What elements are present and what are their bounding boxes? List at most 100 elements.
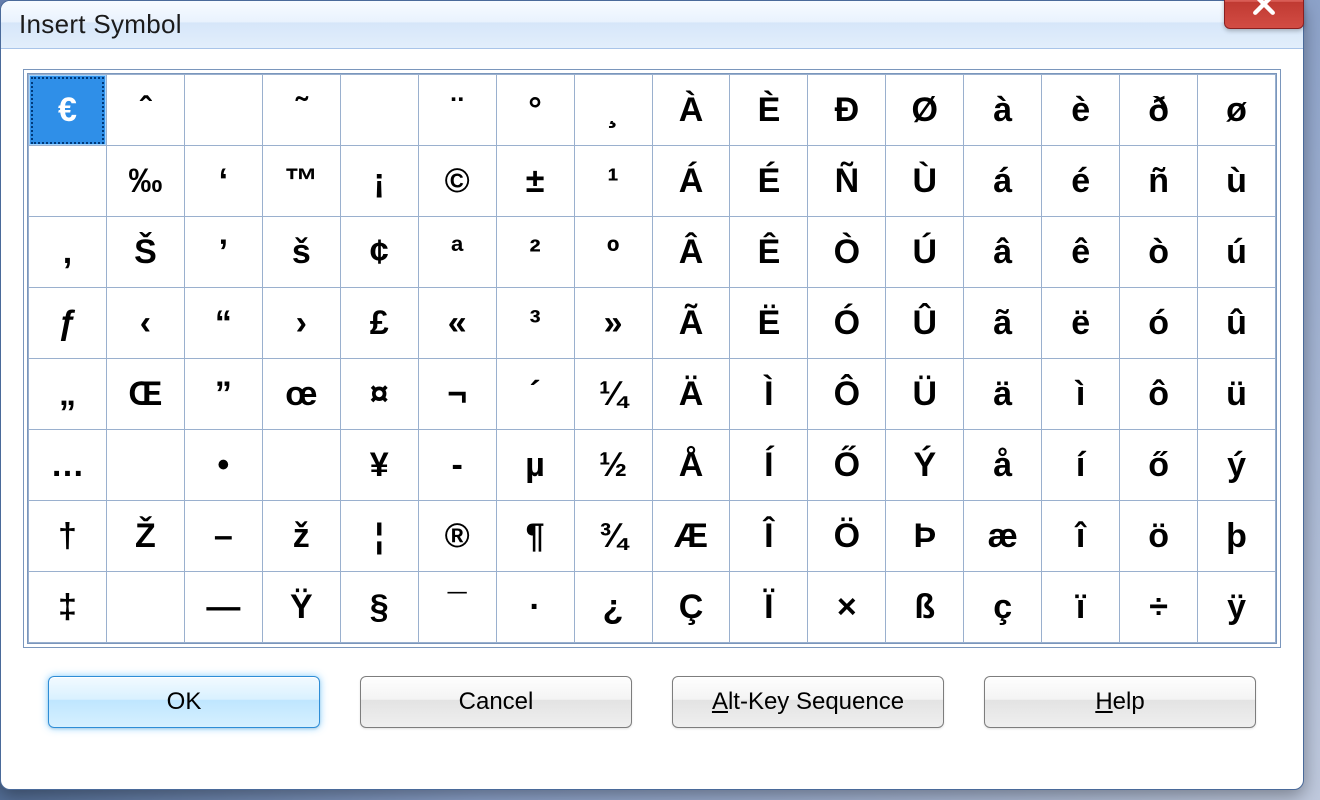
symbol-cell[interactable]: å xyxy=(964,430,1042,501)
symbol-cell[interactable]: Ì xyxy=(730,359,808,430)
symbol-cell[interactable]: È xyxy=(730,75,808,146)
symbol-cell[interactable]: Ø xyxy=(886,75,964,146)
symbol-cell[interactable]: ò xyxy=(1120,217,1198,288)
symbol-cell[interactable]: † xyxy=(29,501,107,572)
symbol-cell[interactable]: Ï xyxy=(730,572,808,643)
symbol-cell[interactable]: Ð xyxy=(808,75,886,146)
symbol-cell[interactable]: ˜ xyxy=(262,75,340,146)
symbol-cell[interactable]: š xyxy=(262,217,340,288)
symbol-cell[interactable]: ‡ xyxy=(29,572,107,643)
symbol-cell[interactable] xyxy=(29,146,107,217)
help-button[interactable]: Help xyxy=(984,676,1256,728)
symbol-cell[interactable]: Ý xyxy=(886,430,964,501)
symbol-cell[interactable]: ¹ xyxy=(574,146,652,217)
symbol-cell[interactable]: ö xyxy=(1120,501,1198,572)
symbol-cell[interactable]: - xyxy=(418,430,496,501)
symbol-cell[interactable]: ¶ xyxy=(496,501,574,572)
symbol-cell[interactable]: ’ xyxy=(184,217,262,288)
symbol-cell[interactable]: – xyxy=(184,501,262,572)
symbol-cell[interactable]: Å xyxy=(652,430,730,501)
symbol-cell[interactable]: à xyxy=(964,75,1042,146)
symbol-cell[interactable]: ¾ xyxy=(574,501,652,572)
symbol-cell[interactable]: ì xyxy=(1042,359,1120,430)
symbol-cell[interactable]: ² xyxy=(496,217,574,288)
symbol-cell[interactable]: „ xyxy=(29,359,107,430)
symbol-cell[interactable]: Š xyxy=(106,217,184,288)
symbol-cell[interactable]: Ô xyxy=(808,359,886,430)
symbol-cell[interactable]: ‘ xyxy=(184,146,262,217)
symbol-cell[interactable]: ž xyxy=(262,501,340,572)
symbol-cell[interactable]: À xyxy=(652,75,730,146)
symbol-cell[interactable]: ï xyxy=(1042,572,1120,643)
symbol-cell[interactable]: ¦ xyxy=(340,501,418,572)
symbol-cell[interactable]: ú xyxy=(1198,217,1276,288)
symbol-cell[interactable]: û xyxy=(1198,288,1276,359)
ok-button[interactable]: OK xyxy=(48,676,320,728)
symbol-cell[interactable]: — xyxy=(184,572,262,643)
symbol-cell[interactable]: Ž xyxy=(106,501,184,572)
symbol-cell[interactable]: ¬ xyxy=(418,359,496,430)
symbol-cell[interactable]: ³ xyxy=(496,288,574,359)
symbol-cell[interactable]: Ã xyxy=(652,288,730,359)
symbol-cell[interactable]: í xyxy=(1042,430,1120,501)
symbol-cell[interactable]: Ê xyxy=(730,217,808,288)
cancel-button[interactable]: Cancel xyxy=(360,676,632,728)
symbol-cell[interactable]: É xyxy=(730,146,808,217)
symbol-cell[interactable]: ´ xyxy=(496,359,574,430)
symbol-cell[interactable]: “ xyxy=(184,288,262,359)
symbol-cell[interactable]: ¥ xyxy=(340,430,418,501)
symbol-cell[interactable]: ê xyxy=(1042,217,1120,288)
symbol-cell[interactable] xyxy=(184,75,262,146)
symbol-cell[interactable]: Ÿ xyxy=(262,572,340,643)
symbol-cell[interactable]: ƒ xyxy=(29,288,107,359)
symbol-cell[interactable]: µ xyxy=(496,430,574,501)
symbol-cell[interactable]: ° xyxy=(496,75,574,146)
symbol-cell[interactable]: Ù xyxy=(886,146,964,217)
symbol-cell[interactable]: ü xyxy=(1198,359,1276,430)
symbol-cell[interactable]: © xyxy=(418,146,496,217)
symbol-cell[interactable]: ß xyxy=(886,572,964,643)
symbol-cell[interactable]: ø xyxy=(1198,75,1276,146)
symbol-cell[interactable]: æ xyxy=(964,501,1042,572)
symbol-cell[interactable]: » xyxy=(574,288,652,359)
symbol-cell[interactable]: Ò xyxy=(808,217,886,288)
symbol-cell[interactable] xyxy=(262,430,340,501)
symbol-cell[interactable]: Û xyxy=(886,288,964,359)
symbol-cell[interactable]: ñ xyxy=(1120,146,1198,217)
symbol-cell[interactable]: Ç xyxy=(652,572,730,643)
symbol-cell[interactable]: ½ xyxy=(574,430,652,501)
symbol-cell[interactable]: º xyxy=(574,217,652,288)
symbol-cell[interactable]: é xyxy=(1042,146,1120,217)
symbol-cell[interactable]: ˆ xyxy=(106,75,184,146)
symbol-cell[interactable]: ¿ xyxy=(574,572,652,643)
symbol-cell[interactable]: ð xyxy=(1120,75,1198,146)
symbol-cell[interactable]: … xyxy=(29,430,107,501)
symbol-cell[interactable]: × xyxy=(808,572,886,643)
symbol-cell[interactable]: ¼ xyxy=(574,359,652,430)
symbol-cell[interactable]: Ë xyxy=(730,288,808,359)
symbol-cell[interactable]: ¤ xyxy=(340,359,418,430)
symbol-cell[interactable]: Œ xyxy=(106,359,184,430)
symbol-cell[interactable]: ó xyxy=(1120,288,1198,359)
symbol-cell[interactable]: ™ xyxy=(262,146,340,217)
symbol-cell[interactable]: Ő xyxy=(808,430,886,501)
symbol-cell[interactable]: Þ xyxy=(886,501,964,572)
symbol-cell[interactable]: ® xyxy=(418,501,496,572)
symbol-cell[interactable]: £ xyxy=(340,288,418,359)
symbol-cell[interactable]: ý xyxy=(1198,430,1276,501)
symbol-cell[interactable]: ¸ xyxy=(574,75,652,146)
symbol-cell[interactable]: ¨ xyxy=(418,75,496,146)
symbol-cell[interactable]: ‰ xyxy=(106,146,184,217)
symbol-cell[interactable] xyxy=(106,572,184,643)
symbol-cell[interactable]: Ó xyxy=(808,288,886,359)
symbol-cell[interactable]: ” xyxy=(184,359,262,430)
symbol-cell[interactable] xyxy=(340,75,418,146)
symbol-cell[interactable]: è xyxy=(1042,75,1120,146)
symbol-cell[interactable]: Ö xyxy=(808,501,886,572)
symbol-cell[interactable]: ç xyxy=(964,572,1042,643)
symbol-cell[interactable]: ù xyxy=(1198,146,1276,217)
symbol-cell[interactable]: • xyxy=(184,430,262,501)
symbol-cell[interactable]: « xyxy=(418,288,496,359)
symbol-cell[interactable]: Ä xyxy=(652,359,730,430)
symbol-cell[interactable]: · xyxy=(496,572,574,643)
